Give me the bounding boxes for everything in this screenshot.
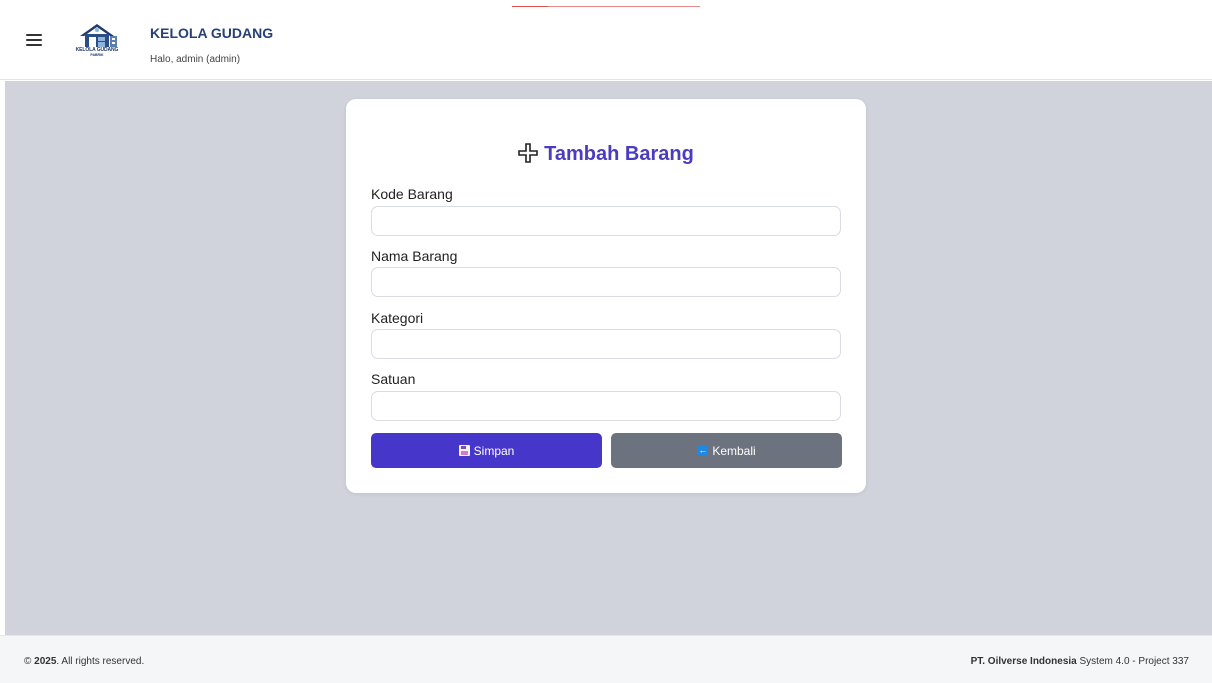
footer: © 2025. All rights reserved. PT. Oilvers… [0, 635, 1212, 683]
top-navbar: KELOLA GUDANG PABRIK KELOLA GUDANG Halo,… [0, 0, 1212, 80]
satuan-input[interactable] [371, 391, 841, 421]
form-title-text: Tambah Barang [544, 143, 694, 165]
company-name: PT. Oilverse Indonesia [970, 656, 1077, 667]
loading-bar [512, 6, 700, 7]
rights-text: . All rights reserved. [56, 656, 145, 667]
nama-barang-label: Nama Barang [371, 248, 458, 264]
save-button-label: Simpan [473, 443, 515, 458]
save-icon [458, 445, 470, 456]
kategori-label: Kategori [371, 310, 424, 326]
copyright-text: © 2025. All rights reserved. [24, 656, 145, 667]
kode-barang-input[interactable] [371, 206, 841, 236]
kategori-input[interactable] [371, 329, 841, 359]
system-info: PT. Oilverse Indonesia System 4.0 - Proj… [971, 656, 1189, 667]
add-item-form-card: Tambah Barang Kode Barang Nama Barang Ka… [346, 99, 866, 493]
back-arrow-icon: ← [697, 445, 709, 456]
back-button[interactable]: ← Kembali [611, 433, 842, 468]
system-version: System 4.0 - Project 337 [1076, 656, 1189, 667]
user-greeting: Halo, admin (admin) [150, 54, 241, 65]
warehouse-logo-icon [80, 24, 117, 47]
logo-subtext: PABRIK [90, 53, 104, 57]
copyright-year: 2025 [34, 656, 57, 667]
save-button[interactable]: Simpan [371, 433, 602, 468]
app-title: KELOLA GUDANG [150, 25, 274, 41]
back-button-label: Kembali [712, 443, 756, 458]
brand-logo: KELOLA GUDANG PABRIK [72, 20, 122, 62]
nama-barang-input[interactable] [371, 267, 841, 297]
menu-icon[interactable] [26, 34, 42, 48]
kode-barang-label: Kode Barang [371, 186, 453, 202]
satuan-label: Satuan [371, 371, 416, 387]
plus-icon [518, 143, 538, 163]
form-title: Tambah Barang [346, 143, 866, 166]
